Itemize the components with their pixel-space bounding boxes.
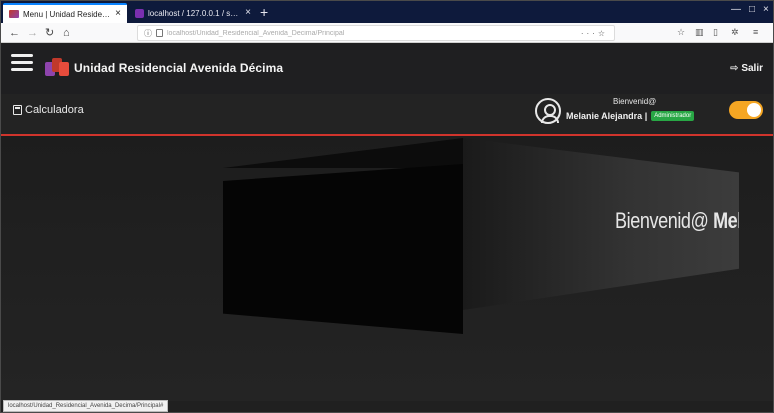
logout-button[interactable]: ⇨ Salir — [730, 63, 763, 74]
close-icon[interactable]: × — [245, 8, 251, 18]
logout-label: Salir — [741, 63, 763, 74]
calculator-link[interactable]: Calculadora — [13, 104, 84, 116]
tab-strip: Menu | Unidad Residencial Av... × localh… — [1, 1, 773, 23]
new-tab-button[interactable]: + — [260, 3, 268, 21]
star-icon[interactable]: ☆ — [677, 27, 685, 38]
page-actions-icon[interactable]: ···☆ — [581, 29, 608, 38]
toggle-knob — [747, 103, 761, 117]
browser-window: Menu | Unidad Residencial Av... × localh… — [0, 0, 774, 413]
url-bar[interactable]: ⓘ localhost/Unidad_Residencial_Avenida_D… — [137, 25, 615, 41]
main-stage: Bienvenid@ Mela — [1, 136, 773, 401]
marquee-greeting: Bienvenid@ — [615, 208, 709, 233]
extension-icon[interactable]: ✲ — [731, 27, 739, 38]
phpmyadmin-favicon-icon — [135, 8, 144, 18]
welcome-greeting: Bienvenid@ — [613, 97, 657, 106]
sidebar-icon[interactable]: ▯ — [713, 27, 718, 38]
logout-icon: ⇨ — [730, 63, 742, 74]
minimize-icon[interactable]: — — [731, 4, 741, 15]
user-avatar-icon[interactable] — [535, 98, 561, 124]
welcome-marquee: Bienvenid@ Mela — [615, 208, 739, 234]
calculator-icon — [13, 105, 22, 115]
cube-top-face — [223, 138, 463, 168]
calculator-label: Calculadora — [25, 104, 84, 116]
close-window-icon[interactable]: × — [763, 4, 769, 15]
library-icon[interactable]: ▥ — [695, 27, 704, 38]
home-icon[interactable]: ⌂ — [63, 25, 70, 41]
theme-toggle[interactable] — [729, 101, 763, 119]
marquee-name: Mela — [713, 208, 739, 233]
url-text[interactable]: localhost/Unidad_Residencial_Avenida_Dec… — [167, 30, 581, 37]
tab-menu[interactable]: Menu | Unidad Residencial Av... × — [3, 3, 127, 23]
menu-icon[interactable]: ≡ — [753, 27, 758, 37]
maximize-icon[interactable]: □ — [749, 4, 755, 15]
page-icon — [156, 29, 163, 37]
role-badge: Administrador — [651, 111, 695, 121]
user-info: Melanie Alejandra | Administrador — [566, 111, 695, 121]
info-icon[interactable]: ⓘ — [144, 28, 152, 39]
tab-label: localhost / 127.0.0.1 / ssicopro... — [148, 8, 241, 18]
nav-bar: ← → ↻ ⌂ ⓘ localhost/Unidad_Residencial_A… — [1, 23, 773, 43]
site-favicon-icon — [9, 10, 19, 18]
sub-bar: Calculadora Bienvenid@ Melanie Alejandra… — [1, 94, 773, 134]
back-icon[interactable]: ← — [9, 25, 20, 41]
user-name: Melanie Alejandra | — [566, 111, 648, 121]
reload-icon[interactable]: ↻ — [45, 25, 54, 41]
cube-front-face — [223, 164, 463, 334]
logo-icon — [45, 56, 69, 80]
welcome-marquee-clip: Bienvenid@ Mela — [463, 138, 739, 310]
tab-phpmyadmin[interactable]: localhost / 127.0.0.1 / ssicopro... × — [129, 3, 257, 23]
app-header: Unidad Residencial Avenida Décima ⇨ Sali… — [1, 44, 773, 94]
status-bar-url: localhost/Unidad_Residencial_Avenida_Dec… — [3, 400, 169, 412]
forward-icon[interactable]: → — [27, 25, 38, 41]
tab-label: Menu | Unidad Residencial Av... — [23, 9, 111, 19]
close-icon[interactable]: × — [115, 9, 121, 19]
app-title[interactable]: Unidad Residencial Avenida Décima — [74, 61, 283, 75]
hamburger-menu-icon[interactable] — [11, 54, 33, 72]
